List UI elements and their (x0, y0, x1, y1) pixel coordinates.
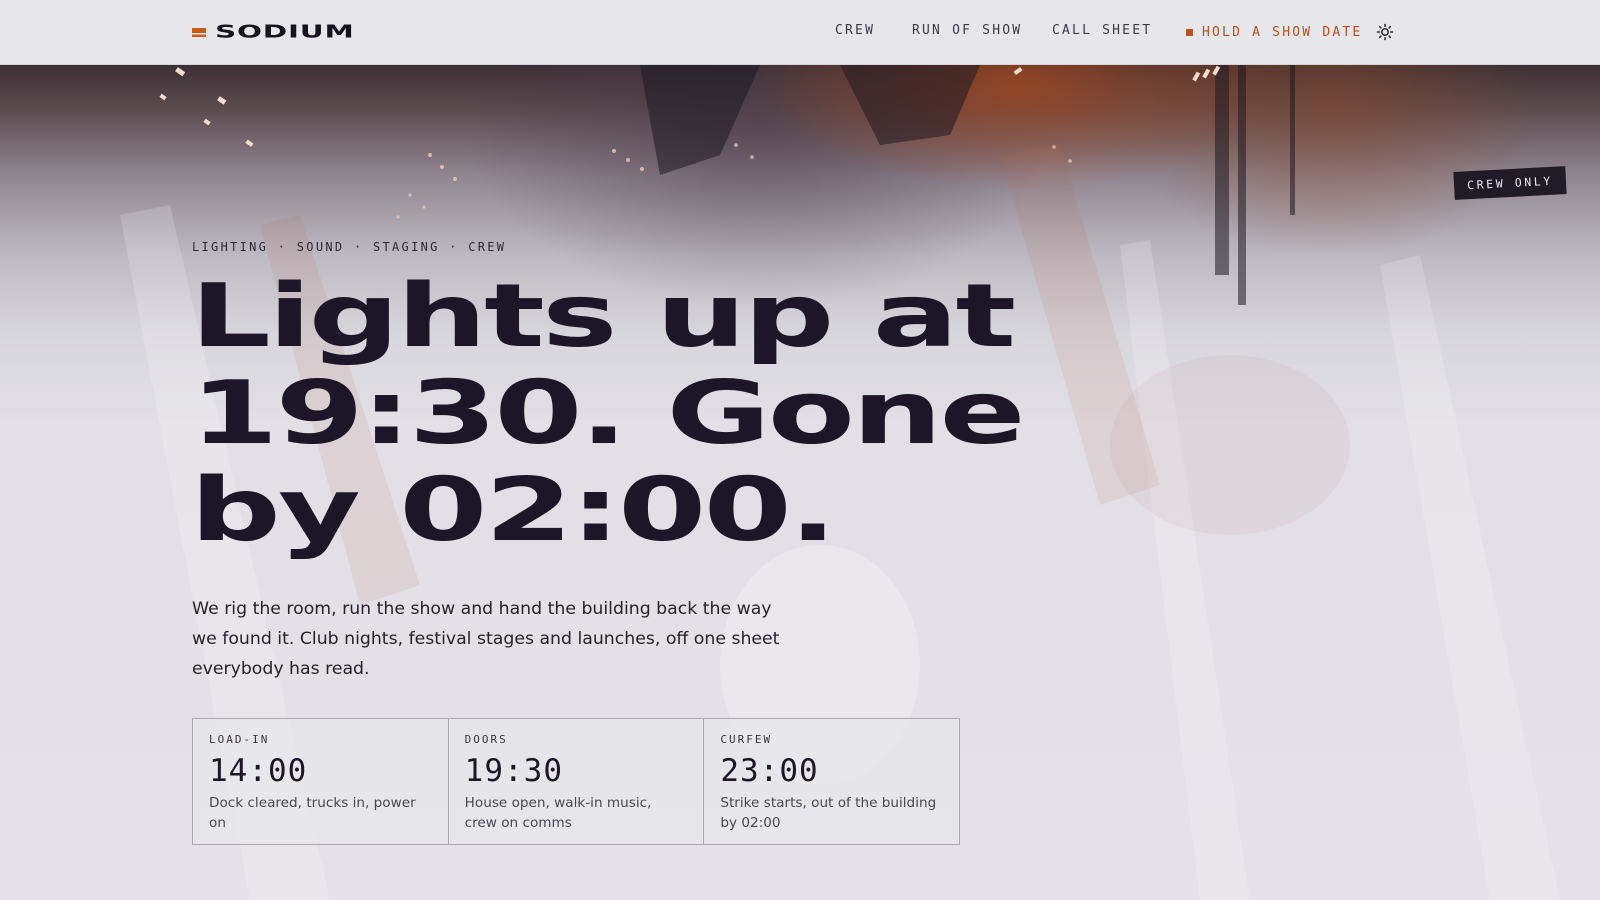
headline-line-3: by 02:00. (190, 459, 837, 561)
logo-mark-icon (192, 27, 206, 37)
hero-headline: Lights up at 19:30. Gone by 02:00. (190, 268, 1124, 559)
schedule-slot-doors: DOORS 19:30 House open, walk-in music, c… (449, 719, 705, 844)
hero-lede: We rig the room, run the show and hand t… (192, 599, 780, 679)
crew-only-badge: CREW ONLY (1453, 166, 1567, 200)
slot-label: LOAD-IN (209, 733, 270, 746)
slot-label: DOORS (464, 733, 508, 746)
square-bullet-icon (1186, 28, 1193, 36)
hold-show-date-label: HOLD A SHOW DATE (1202, 24, 1363, 40)
slot-label: CURFEW (720, 733, 773, 746)
slot-time: 23:00 (720, 753, 819, 789)
sun-icon[interactable] (1376, 23, 1394, 41)
nav-link-call-sheet[interactable]: CALL SHEET (1052, 23, 1152, 41)
slot-time: 14:00 (209, 753, 308, 789)
brand-name: SODIUM (215, 21, 355, 43)
brand-logo[interactable]: SODIUM (192, 22, 354, 42)
slot-description: Strike starts, out of the building by 02… (720, 795, 937, 831)
slot-description: House open, walk-in music, crew on comms (464, 795, 652, 831)
headline-line-1: Lights up at (190, 265, 1016, 367)
site-header: SODIUM CREW RUN OF SHOW CALL SHEET HOLD … (0, 0, 1600, 65)
slot-description: Dock cleared, trucks in, power on (209, 795, 416, 831)
schedule-slot-curfew: CURFEW 23:00 Strike starts, out of the b… (704, 719, 959, 844)
hold-show-date-button[interactable]: HOLD A SHOW DATE (1186, 23, 1362, 41)
nav-link-run-of-show[interactable]: RUN OF SHOW (912, 23, 1022, 41)
nav-link-crew[interactable]: CREW (835, 23, 875, 41)
schedule-slot-load-in: LOAD-IN 14:00 Dock cleared, trucks in, p… (193, 719, 449, 844)
show-schedule: LOAD-IN 14:00 Dock cleared, trucks in, p… (192, 718, 960, 845)
headline-line-2: 19:30. Gone (190, 362, 1026, 464)
hero-eyebrow: LIGHTING · SOUND · STAGING · CREW (192, 240, 507, 254)
slot-time: 19:30 (464, 753, 563, 789)
